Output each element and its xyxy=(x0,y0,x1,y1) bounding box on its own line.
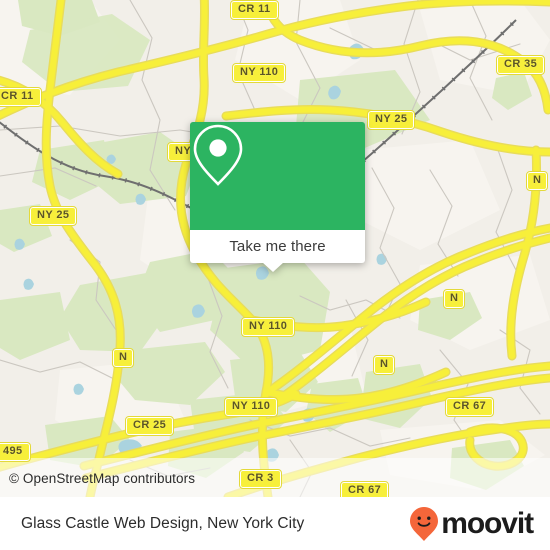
road-shield: CR 25 xyxy=(124,416,175,436)
popup-pin-area xyxy=(190,122,365,230)
road-shield: CR 35 xyxy=(495,55,546,75)
road-shield: NY 110 xyxy=(240,317,296,337)
popup-action-bar[interactable]: Take me there xyxy=(190,230,365,263)
road-shield: CR 67 xyxy=(444,397,495,417)
moovit-smiling-pin-icon xyxy=(410,506,439,541)
road-shield: CR 3 xyxy=(239,469,282,489)
osm-attribution[interactable]: © OpenStreetMap contributors xyxy=(9,471,195,486)
road-shield: NY 25 xyxy=(366,110,416,130)
take-me-there-popup[interactable]: Take me there xyxy=(190,122,365,272)
map-page: CR 11 CR 11 CR 35 NY 110 NY 25 NY 1 NY 25 N N N N N… xyxy=(0,0,550,550)
popup-tail-pointer xyxy=(262,262,284,272)
map-canvas[interactable]: CR 11 CR 11 CR 35 NY 110 NY 25 NY 1 NY 25 N N N N N… xyxy=(0,0,550,497)
road-shield: NY 110 xyxy=(231,63,287,83)
bottom-bar: Glass Castle Web Design, New York City m… xyxy=(0,497,550,550)
road-shield: CR 67 xyxy=(339,481,390,497)
location-pin-icon xyxy=(193,124,243,186)
road-shield: N xyxy=(525,171,549,191)
road-shield: NY 25 xyxy=(28,206,78,226)
place-title: Glass Castle Web Design, New York City xyxy=(21,514,305,532)
road-shield: CR 11 xyxy=(0,87,42,107)
take-me-there-label: Take me there xyxy=(229,238,326,255)
road-shield: CR 11 xyxy=(230,0,279,20)
moovit-wordmark: moovit xyxy=(441,506,534,540)
road-shield: N xyxy=(442,289,466,309)
road-shield: N xyxy=(372,355,396,375)
road-shield: NY 110 xyxy=(223,397,279,417)
road-shield: 495 xyxy=(0,442,31,462)
road-shield: N xyxy=(111,348,135,368)
moovit-logo[interactable]: moovit xyxy=(409,506,534,542)
